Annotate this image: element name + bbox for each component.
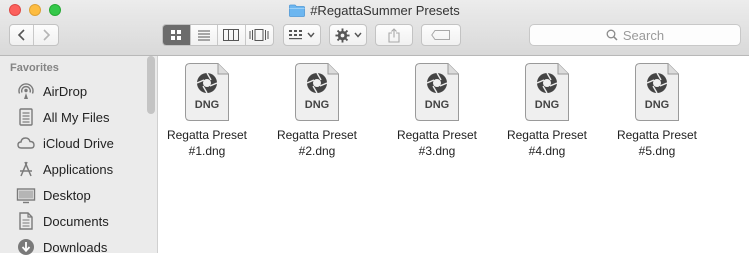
file-item[interactable]: DNG Regatta Preset #2.dng — [267, 62, 367, 159]
action-button[interactable] — [329, 24, 367, 46]
view-mode-control — [162, 24, 274, 46]
file-name-line2: #1.dng — [188, 144, 226, 158]
icon-view-button[interactable] — [163, 25, 191, 45]
list-view-icon — [197, 30, 210, 41]
file-type-badge: DNG — [425, 99, 449, 111]
file-name: Regatta Preset #5.dng — [607, 127, 707, 159]
tag-icon — [431, 30, 450, 40]
arrange-button[interactable] — [283, 24, 321, 46]
icon-view-icon — [171, 30, 182, 40]
sidebar-item-desktop[interactable]: Desktop — [16, 184, 91, 206]
sidebar-item-all-my-files[interactable]: All My Files — [16, 106, 109, 128]
downloads-icon — [18, 239, 34, 255]
file-item[interactable]: DNG Regatta Preset #1.dng — [157, 62, 257, 159]
cloud-icon — [17, 137, 35, 149]
sidebar-heading-favorites: Favorites — [10, 62, 59, 74]
chevron-right-icon — [43, 29, 51, 41]
applications-icon — [20, 161, 32, 177]
file-name-line2: #4.dng — [528, 144, 566, 158]
file-type-badge: DNG — [195, 99, 219, 111]
window-title-text: #RegattaSummer Presets — [310, 2, 460, 18]
file-name: Regatta Preset #2.dng — [267, 127, 367, 159]
file-type-badge: DNG — [645, 99, 669, 111]
share-icon — [388, 27, 400, 43]
sidebar-item-label: Applications — [43, 161, 114, 177]
dng-file-icon: DNG — [295, 63, 339, 121]
file-name: Regatta Preset #4.dng — [497, 127, 597, 159]
all-files-icon — [19, 108, 33, 126]
share-button[interactable] — [375, 24, 413, 46]
file-browser: DNG Regatta Preset #1.dng DNG Regatta Pr… — [158, 56, 749, 253]
back-button[interactable] — [10, 25, 35, 45]
file-name-line1: Regatta Preset — [506, 128, 588, 142]
sidebar-item-applications[interactable]: Applications — [16, 158, 113, 180]
file-name-line2: #3.dng — [418, 144, 456, 158]
sidebar-item-label: Desktop — [43, 187, 91, 203]
list-view-button[interactable] — [191, 25, 218, 45]
forward-button[interactable] — [34, 25, 58, 45]
window-title: #RegattaSummer Presets — [0, 1, 749, 19]
file-name: Regatta Preset #1.dng — [157, 127, 257, 159]
desktop-icon — [16, 188, 36, 204]
arrange-grid-icon — [289, 30, 302, 40]
sidebar-item-downloads[interactable]: Downloads — [16, 236, 107, 258]
column-view-button[interactable] — [218, 25, 246, 45]
sidebar-item-label: AirDrop — [43, 83, 88, 99]
column-view-icon — [223, 29, 240, 41]
sidebar-item-airdrop[interactable]: AirDrop — [16, 80, 87, 102]
file-name-line2: #2.dng — [298, 144, 336, 158]
file-item[interactable]: DNG Regatta Preset #3.dng — [387, 62, 487, 159]
cover-flow-icon — [249, 29, 269, 41]
airdrop-icon — [18, 83, 34, 99]
sidebar-item-label: All My Files — [43, 109, 110, 125]
tags-button[interactable] — [421, 24, 461, 46]
chevron-left-icon — [17, 29, 25, 41]
dng-file-icon: DNG — [635, 63, 679, 121]
search-input[interactable]: Search — [529, 24, 741, 46]
sidebar-item-label: iCloud Drive — [43, 135, 114, 151]
file-name: Regatta Preset #3.dng — [387, 127, 487, 159]
sidebar: Favorites AirDrop All My Files iCloud Dr… — [0, 56, 158, 255]
gear-icon — [334, 27, 350, 43]
file-item[interactable]: DNG Regatta Preset #5.dng — [607, 62, 707, 159]
folder-icon — [289, 4, 306, 17]
file-name-line1: Regatta Preset — [396, 128, 478, 142]
file-type-badge: DNG — [535, 99, 559, 111]
file-name-line1: Regatta Preset — [166, 128, 248, 142]
history-nav — [9, 24, 59, 46]
file-name-line2: #5.dng — [638, 144, 676, 158]
chevron-down-icon — [353, 32, 362, 38]
dng-file-icon: DNG — [525, 63, 569, 121]
search-placeholder: Search — [622, 27, 665, 43]
file-item[interactable]: DNG Regatta Preset #4.dng — [497, 62, 597, 159]
sidebar-item-icloud-drive[interactable]: iCloud Drive — [16, 132, 114, 154]
sidebar-item-documents[interactable]: Documents — [16, 210, 109, 232]
sidebar-item-label: Documents — [43, 213, 109, 229]
dng-file-icon: DNG — [415, 63, 459, 121]
dng-file-icon: DNG — [185, 63, 229, 121]
window-toolbar: #RegattaSummer Presets Search — [0, 0, 749, 56]
sidebar-scrollbar[interactable] — [147, 56, 155, 114]
file-type-badge: DNG — [305, 99, 329, 111]
file-name-line1: Regatta Preset — [276, 128, 358, 142]
search-icon — [606, 29, 618, 41]
chevron-down-icon — [307, 32, 315, 38]
documents-icon — [19, 212, 33, 230]
sidebar-item-label: Downloads — [43, 239, 108, 255]
cover-flow-button[interactable] — [246, 25, 273, 45]
file-name-line1: Regatta Preset — [616, 128, 698, 142]
